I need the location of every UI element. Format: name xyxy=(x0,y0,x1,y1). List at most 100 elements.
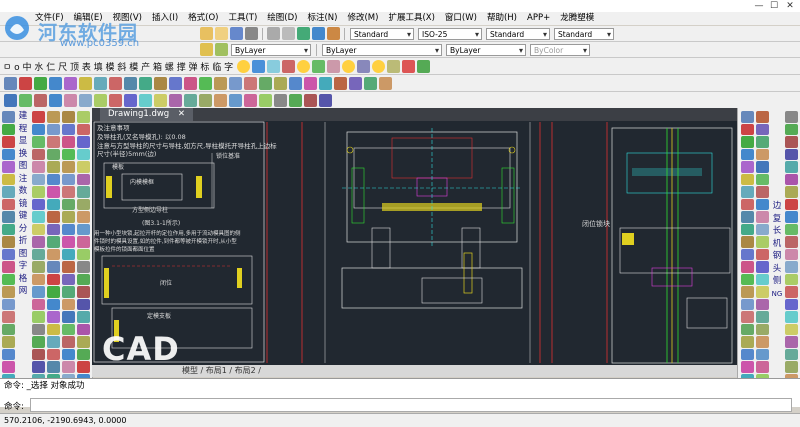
left-label[interactable]: 字 xyxy=(17,260,29,273)
insert-icon[interactable] xyxy=(2,286,15,298)
tool-icon[interactable] xyxy=(756,286,769,298)
tool-icon[interactable] xyxy=(741,236,754,248)
tab-close-icon[interactable]: ✕ xyxy=(178,109,185,119)
tool-icon[interactable] xyxy=(32,161,45,173)
tool-icon[interactable] xyxy=(785,111,798,123)
tool-icon[interactable] xyxy=(741,161,754,173)
draw-icon[interactable] xyxy=(139,76,152,90)
tool-icon[interactable] xyxy=(32,348,45,360)
tool-icon[interactable] xyxy=(47,161,60,173)
tool-icon[interactable] xyxy=(77,236,90,248)
tool-icon[interactable] xyxy=(741,111,754,123)
modify-icon[interactable] xyxy=(154,93,167,107)
text-icon[interactable] xyxy=(2,261,15,273)
line-icon[interactable] xyxy=(2,111,15,123)
tool-icon[interactable] xyxy=(62,186,75,198)
tool-icon[interactable] xyxy=(756,336,769,348)
modify-icon[interactable] xyxy=(64,93,77,107)
tool-icon[interactable] xyxy=(741,186,754,198)
tool-icon[interactable] xyxy=(77,173,90,185)
hatch-icon[interactable] xyxy=(2,198,15,210)
tool-icon[interactable] xyxy=(32,248,45,260)
tool-icon[interactable] xyxy=(47,136,60,148)
tool-icon[interactable] xyxy=(77,336,90,348)
tool-icon[interactable] xyxy=(62,361,75,373)
draw-icon[interactable] xyxy=(304,76,317,90)
menu-insert[interactable]: 插入(I) xyxy=(147,12,183,25)
left-label[interactable]: 键 xyxy=(17,210,29,223)
modify-icon[interactable] xyxy=(94,93,107,107)
tool-icon[interactable] xyxy=(756,323,769,335)
tool-icon[interactable] xyxy=(785,273,798,285)
menu-window[interactable]: 窗口(W) xyxy=(440,12,482,25)
tool-icon[interactable] xyxy=(756,298,769,310)
modify-icon[interactable] xyxy=(184,93,197,107)
menu-help[interactable]: 帮助(H) xyxy=(482,12,522,25)
tool-icon[interactable] xyxy=(32,298,45,310)
point-icon[interactable] xyxy=(2,223,15,235)
drawing-canvas[interactable]: 及注意事项 及导柱孔(又名导模孔): 以0.08 注意与方型导柱的尺寸与导柱,如… xyxy=(92,108,737,370)
modify-icon[interactable] xyxy=(319,93,332,107)
tool-icon[interactable] xyxy=(47,336,60,348)
tool-icon[interactable] xyxy=(47,273,60,285)
tool-icon[interactable] xyxy=(77,186,90,198)
draw-icon[interactable] xyxy=(379,76,392,90)
tool-icon[interactable] xyxy=(785,148,798,160)
tool-icon[interactable] xyxy=(756,223,769,235)
tool-icon[interactable] xyxy=(785,236,798,248)
tool-icon[interactable] xyxy=(32,361,45,373)
tool-icon[interactable] xyxy=(741,198,754,210)
right-label[interactable]: 机 xyxy=(771,238,783,251)
tool-icon[interactable] xyxy=(785,211,798,223)
region-icon[interactable] xyxy=(2,236,15,248)
tool-icon[interactable] xyxy=(785,286,798,298)
tool-icon[interactable] xyxy=(32,273,45,285)
draw-icon[interactable] xyxy=(169,76,182,90)
layer-state-icon[interactable] xyxy=(215,43,228,56)
tool-icon[interactable] xyxy=(756,173,769,185)
tool-icon[interactable] xyxy=(32,286,45,298)
tool-icon[interactable] xyxy=(756,136,769,148)
tool-icon[interactable] xyxy=(785,223,798,235)
tool-icon[interactable] xyxy=(47,286,60,298)
left-label[interactable]: 注 xyxy=(17,173,29,186)
maximize-icon[interactable]: ☐ xyxy=(767,0,781,12)
tool-icon[interactable] xyxy=(785,298,798,310)
print-icon[interactable] xyxy=(245,27,258,40)
tool-icon[interactable] xyxy=(756,311,769,323)
tool-icon[interactable] xyxy=(785,123,798,135)
tool-icon[interactable] xyxy=(32,311,45,323)
plugin-commands[interactable]: ㅁ o 中 水 仁 尺 顶 表 填 模 斜 模 产 箱 螺 撑 弹 标 临 字 xyxy=(0,60,236,73)
draw-icon[interactable] xyxy=(184,76,197,90)
right-label[interactable]: NG xyxy=(771,288,783,301)
modify-icon[interactable] xyxy=(124,93,137,107)
tool-icon[interactable] xyxy=(32,111,45,123)
zoom-icon[interactable] xyxy=(282,27,295,40)
left-label[interactable]: 程 xyxy=(17,123,29,136)
tool-icon[interactable] xyxy=(62,323,75,335)
tool-icon[interactable] xyxy=(741,348,754,360)
menu-longteng[interactable]: 龙腾塑模 xyxy=(555,12,599,25)
tool-icon[interactable] xyxy=(2,323,15,335)
left-label[interactable]: 显 xyxy=(17,135,29,148)
tool-icon[interactable] xyxy=(785,161,798,173)
draw-icon[interactable] xyxy=(289,76,302,90)
tool-icon[interactable] xyxy=(62,111,75,123)
pan-icon[interactable] xyxy=(267,27,280,40)
table-icon[interactable] xyxy=(2,248,15,260)
tool-icon[interactable] xyxy=(77,261,90,273)
menu-app-plus[interactable]: APP+ xyxy=(522,12,555,25)
tool-icon[interactable] xyxy=(32,173,45,185)
zoom-window-icon[interactable] xyxy=(297,27,310,40)
tool-icon[interactable] xyxy=(47,311,60,323)
tool-icon[interactable] xyxy=(77,161,90,173)
menu-dimension[interactable]: 标注(N) xyxy=(302,12,342,25)
modify-icon[interactable] xyxy=(4,93,17,107)
right-label[interactable]: 边 xyxy=(771,200,783,213)
tool-icon[interactable] xyxy=(47,223,60,235)
tool-icon[interactable] xyxy=(77,211,90,223)
tool-icon[interactable] xyxy=(47,148,60,160)
bulb-icon[interactable] xyxy=(342,59,356,73)
left-label[interactable]: 格 xyxy=(17,273,29,286)
tool-icon[interactable] xyxy=(785,323,798,335)
